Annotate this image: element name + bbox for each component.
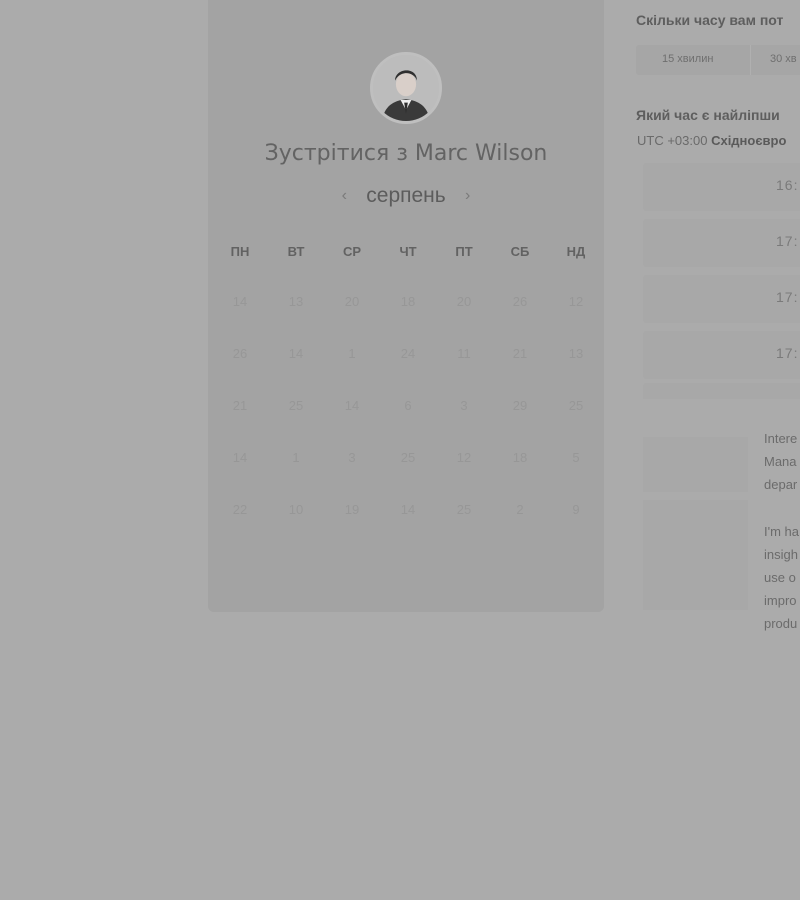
weekday-label: ПТ: [455, 244, 473, 259]
calendar-day: 19: [344, 502, 360, 517]
duration-selector: 15 хвилин 30 хв: [636, 45, 800, 75]
calendar-day: 26: [232, 346, 248, 361]
calendar-day: 14: [232, 450, 248, 465]
calendar-day: 12: [568, 294, 584, 309]
time-slot-button[interactable]: 17:: [643, 275, 800, 323]
calendar-day: 14: [288, 346, 304, 361]
time-slot-button-partial[interactable]: [643, 383, 800, 399]
calendar-day: 13: [288, 294, 304, 309]
duration-divider: [750, 45, 751, 75]
time-slot-label: 16:: [776, 177, 799, 193]
month-label: серпень: [366, 184, 446, 207]
calendar-day: 14: [232, 294, 248, 309]
description-paragraph-1: Intere Mana depar: [764, 427, 800, 496]
timezone-label[interactable]: UTC +03:00 Східноєвро: [637, 133, 786, 148]
duration-option-15[interactable]: 15 хвилин: [662, 53, 713, 65]
calendar-day: 25: [400, 450, 416, 465]
person-photo-icon: [373, 55, 439, 121]
description-line: I'm ha: [764, 524, 799, 539]
time-slot-label: 17:: [776, 233, 799, 249]
description-line: Mana: [764, 454, 797, 469]
calendar-day: 18: [400, 294, 416, 309]
calendar-day: 11: [457, 346, 471, 361]
calendar-day: 25: [288, 398, 304, 413]
calendar-day: 21: [512, 346, 528, 361]
weekday-label: СБ: [510, 244, 530, 259]
calendar-day: 10: [288, 502, 304, 517]
calendar-day: 20: [456, 294, 472, 309]
calendar-day: 18: [512, 450, 528, 465]
calendar-day: 9: [572, 502, 580, 517]
previous-month-icon[interactable]: ‹: [338, 187, 350, 205]
calendar-day: 1: [292, 450, 300, 465]
time-slot-button[interactable]: 17:: [643, 331, 800, 379]
calendar-day: 22: [232, 502, 248, 517]
info-tile: [643, 500, 748, 610]
time-slot-button[interactable]: 17:: [643, 219, 800, 267]
description-line: Intere: [764, 431, 798, 446]
timezone-offset: UTC +03:00: [637, 133, 708, 148]
description-line: depar: [764, 477, 798, 492]
calendar-day: 3: [460, 398, 468, 413]
meeting-title: Зустрітися з Marc Wilson: [264, 141, 548, 166]
duration-option-30[interactable]: 30 хв: [770, 53, 797, 65]
booking-page: Зустрітися з Marc Wilson ‹ серпень › ПН …: [0, 0, 800, 900]
weekday-label: ВТ: [287, 244, 305, 259]
calendar-day: 13: [568, 346, 584, 361]
calendar-day: 2: [516, 502, 524, 517]
calendar-day: 3: [348, 450, 356, 465]
calendar-day: 21: [232, 398, 248, 413]
calendar-day: 25: [456, 502, 472, 517]
weekday-header: ПН ВТ СР ЧТ ПТ СБ НД: [212, 244, 604, 259]
calendar-days-grid: 14 13 20 18 20 26 12 26 14 1 24 11 21 13…: [212, 294, 604, 554]
host-avatar: [370, 52, 442, 124]
timezone-name: Східноєвро: [711, 133, 787, 148]
month-navigation: ‹ серпень ›: [208, 184, 604, 208]
calendar-day: 1: [348, 346, 356, 361]
time-slot-label: 17:: [776, 345, 799, 361]
calendar-day: 12: [456, 450, 472, 465]
calendar-day: 14: [400, 502, 416, 517]
time-slot-label: 17:: [776, 289, 799, 305]
calendar-day: 6: [404, 398, 412, 413]
info-tile: [643, 437, 748, 492]
calendar-day: 14: [344, 398, 360, 413]
description-line: use o: [764, 570, 796, 585]
description-line: impro: [764, 593, 797, 608]
time-question: Який час є найліпши: [636, 107, 780, 123]
next-month-icon[interactable]: ›: [462, 187, 474, 205]
calendar-day: 5: [572, 450, 580, 465]
calendar-day: 26: [512, 294, 528, 309]
weekday-label: НД: [566, 244, 586, 259]
weekday-label: ПН: [230, 244, 250, 259]
calendar-day: 20: [344, 294, 360, 309]
description-line: produ: [764, 616, 798, 631]
calendar-day: 29: [512, 398, 528, 413]
calendar-day: 25: [568, 398, 584, 413]
calendar-day: 24: [400, 346, 416, 361]
description-line: insigh: [764, 547, 798, 562]
time-slot-button[interactable]: 16:: [643, 163, 800, 211]
duration-question: Скільки часу вам пот: [636, 12, 784, 28]
weekday-label: СР: [342, 244, 362, 259]
description-paragraph-2: I'm ha insigh use o impro produ: [764, 520, 800, 635]
weekday-label: ЧТ: [399, 244, 417, 259]
